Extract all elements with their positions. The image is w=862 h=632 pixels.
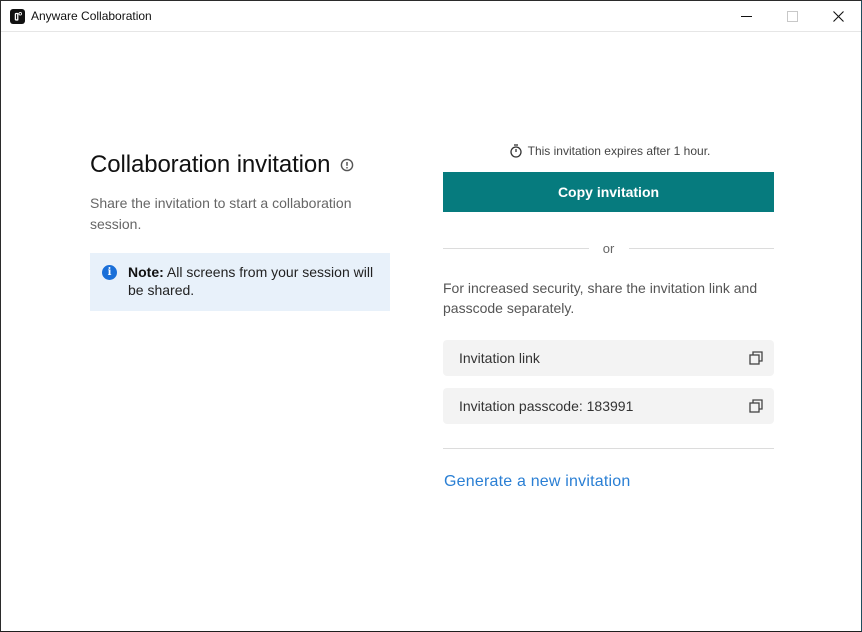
page-title: Collaboration invitation	[90, 151, 331, 178]
title-bar[interactable]: Anyware Collaboration	[1, 1, 861, 32]
note-banner: i Note: All screens from your session wi…	[90, 253, 390, 311]
window-controls	[723, 1, 861, 32]
minimize-button[interactable]	[723, 1, 769, 32]
maximize-icon	[786, 11, 798, 22]
info-outline-icon[interactable]	[340, 158, 354, 172]
app-window: Anyware Collaboration Collaboration invi…	[0, 0, 862, 632]
copy-icon[interactable]	[748, 398, 764, 414]
maximize-button[interactable]	[769, 1, 815, 32]
timer-icon	[509, 144, 522, 158]
anyware-logo-icon	[10, 8, 25, 24]
note-label: Note:	[128, 264, 164, 280]
close-button[interactable]	[815, 1, 861, 32]
copy-invitation-button[interactable]: Copy invitation	[443, 172, 774, 212]
security-text: For increased security, share the invita…	[443, 280, 758, 316]
note-message: All screens from your session will be sh…	[128, 264, 374, 298]
divider-line	[628, 247, 774, 249]
expiry-text: This invitation expires after 1 hour.	[527, 144, 711, 158]
window-title: Anyware Collaboration	[31, 9, 152, 23]
page-heading: Collaboration invitation	[90, 151, 390, 179]
generate-new-invitation-link[interactable]: Generate a new invitation	[443, 473, 630, 491]
expiry-notice: This invitation expires after 1 hour.	[443, 141, 774, 161]
or-text: or	[602, 240, 615, 256]
invitation-passcode-field[interactable]: Invitation passcode: 183991	[443, 388, 774, 424]
copy-icon[interactable]	[748, 350, 764, 366]
invitation-link-label: Invitation link	[459, 350, 540, 366]
note-text: Note: All screens from your session will…	[128, 263, 378, 299]
section-divider	[443, 448, 774, 449]
or-separator: or	[443, 238, 774, 258]
left-panel: Collaboration invitation Share the invit…	[90, 151, 390, 311]
invitation-passcode-label: Invitation passcode: 183991	[459, 398, 634, 414]
info-filled-icon: i	[102, 265, 117, 280]
divider-line	[443, 247, 589, 249]
minimize-icon	[740, 16, 752, 17]
invitation-link-field[interactable]: Invitation link	[443, 340, 774, 376]
right-panel: This invitation expires after 1 hour. Co…	[443, 141, 774, 491]
close-icon	[832, 11, 844, 22]
subtitle: Share the invitation to start a collabor…	[90, 195, 352, 232]
